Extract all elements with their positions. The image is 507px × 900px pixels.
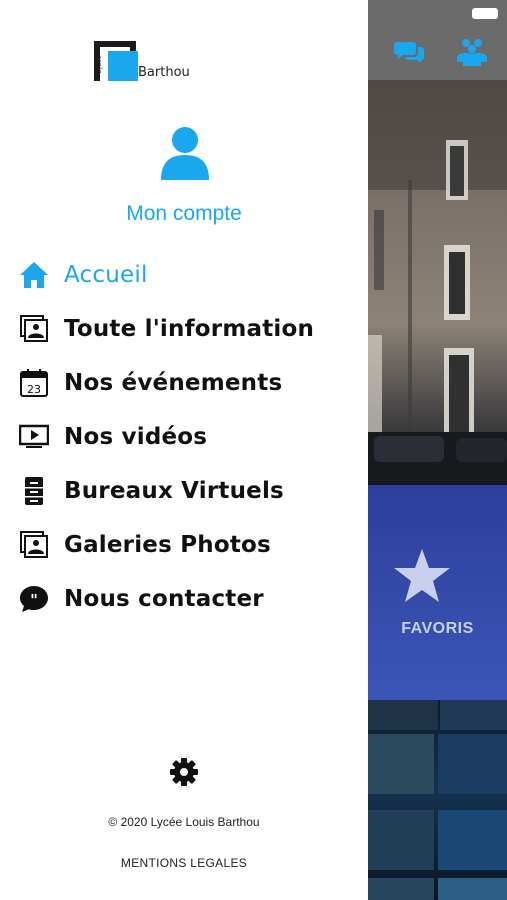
legal-notice-link[interactable]: MENTIONS LEGALES	[0, 856, 368, 870]
chat-icon[interactable]	[394, 40, 424, 69]
menu-item-virtual-offices[interactable]: Bureaux Virtuels	[18, 464, 358, 518]
main-menu: Accueil Toute l'information 23 Nos événe…	[18, 248, 358, 626]
menu-item-label: Galeries Photos	[64, 532, 271, 558]
background-main-screen: FAVORIS	[368, 0, 507, 900]
header-photo	[368, 80, 507, 485]
photos-stack-icon	[18, 529, 50, 561]
copyright-text: © 2020 Lycée Louis Barthou	[108, 815, 260, 829]
menu-item-label: Toute l'information	[64, 316, 315, 342]
school-logo: Lycée Barthou	[94, 39, 194, 87]
menu-item-label: Nos vidéos	[64, 424, 208, 450]
menu-item-contact[interactable]: " Nous contacter	[18, 572, 358, 626]
star-icon	[394, 549, 450, 602]
battery-icon	[472, 8, 498, 19]
menu-item-all-information[interactable]: Toute l'information	[18, 302, 358, 356]
svg-text:": "	[30, 591, 38, 609]
video-icon	[18, 421, 50, 453]
home-icon	[18, 259, 50, 291]
cabinet-icon	[18, 475, 50, 507]
community-icon[interactable]	[456, 38, 488, 71]
calendar-icon: 23	[18, 367, 50, 399]
menu-item-label: Nos événements	[64, 370, 283, 396]
logo-name: Barthou	[138, 65, 190, 80]
menu-item-photo-galleries[interactable]: Galeries Photos	[18, 518, 358, 572]
calendar-day: 23	[27, 383, 41, 396]
quote-bubble-icon: "	[18, 583, 50, 615]
logo-square	[108, 51, 138, 81]
app-top-bar	[368, 0, 507, 80]
logo-side-text: Lycée	[97, 55, 103, 74]
menu-item-label: Nous contacter	[64, 586, 264, 612]
my-account-link[interactable]: Mon compte	[0, 202, 368, 226]
favorites-tile[interactable]: FAVORIS	[368, 485, 507, 700]
menu-item-home[interactable]: Accueil	[18, 248, 358, 302]
navigation-drawer: Lycée Barthou Mon compte Accueil Toute l…	[0, 0, 368, 900]
photos-stack-icon	[18, 313, 50, 345]
settings-gear-icon[interactable]	[168, 756, 200, 788]
menu-item-label: Bureaux Virtuels	[64, 478, 284, 504]
photo-tile[interactable]	[368, 700, 507, 900]
menu-item-videos[interactable]: Nos vidéos	[18, 410, 358, 464]
menu-item-label: Accueil	[64, 262, 148, 288]
user-avatar-icon[interactable]	[160, 124, 210, 180]
favorites-label: FAVORIS	[401, 620, 474, 637]
menu-item-events[interactable]: 23 Nos événements	[18, 356, 358, 410]
